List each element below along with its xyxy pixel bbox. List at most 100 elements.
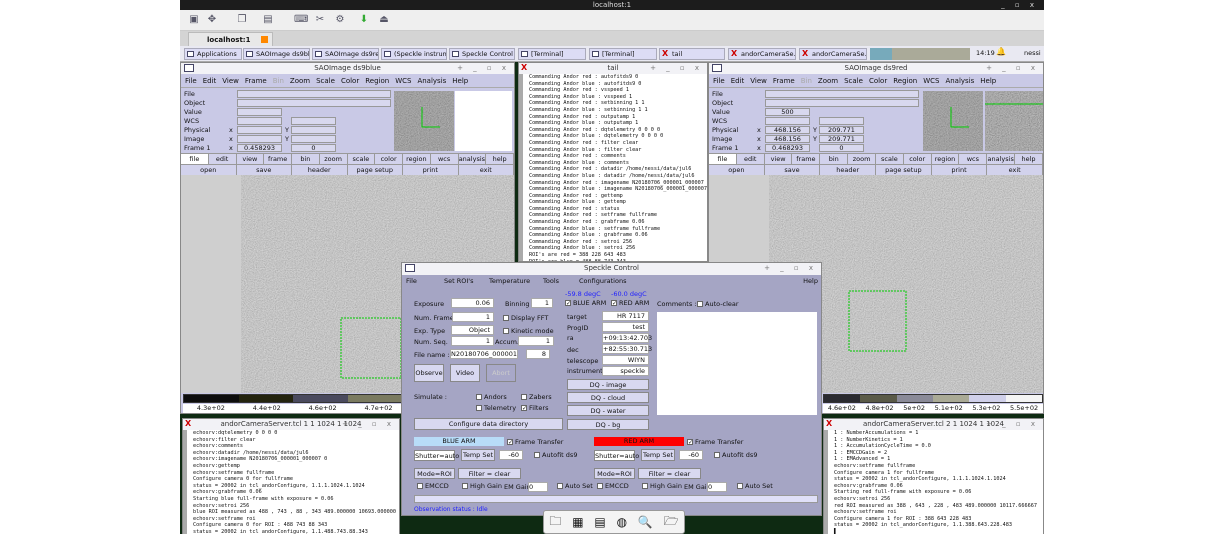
- ds9-button-save[interactable]: save: [237, 165, 292, 175]
- taskbar-item[interactable]: SAOImage ds9red: [312, 48, 379, 60]
- ds9-button-frame[interactable]: frame: [792, 154, 821, 164]
- window-controls[interactable]: + _ ▫ x: [457, 63, 510, 74]
- menu-scale[interactable]: Scale: [844, 77, 863, 85]
- blue-emccd-checkbox[interactable]: EMCCD: [417, 482, 449, 490]
- web-browser-icon[interactable]: ◍: [617, 515, 627, 529]
- ds9-button-file[interactable]: file: [181, 154, 209, 164]
- menu-zoom[interactable]: Zoom: [818, 77, 838, 85]
- ds9-button-edit[interactable]: edit: [737, 154, 765, 164]
- red-temp-set-button[interactable]: Temp Set: [641, 449, 675, 461]
- red-shutter-button[interactable]: Shutter=auto: [594, 450, 639, 461]
- menu-region[interactable]: Region: [893, 77, 917, 85]
- ds9-button-exit[interactable]: exit: [987, 165, 1044, 175]
- tray-icons[interactable]: 🔔: [996, 47, 1006, 56]
- ds9-button-help[interactable]: help: [486, 154, 514, 164]
- red-auto-set-checkbox[interactable]: Auto Set: [737, 482, 773, 490]
- menu-wcs[interactable]: WCS: [923, 77, 939, 85]
- menu-view[interactable]: View: [750, 77, 767, 85]
- menu-file[interactable]: File: [406, 277, 417, 285]
- blue-mode-button[interactable]: Mode=ROI: [414, 468, 455, 479]
- taskbar-item[interactable]: XandorCameraSe...: [728, 48, 796, 60]
- ds9-button-header[interactable]: header: [292, 165, 348, 175]
- menu-region[interactable]: Region: [365, 77, 389, 85]
- blue-auto-set-checkbox[interactable]: Auto Set: [557, 482, 593, 490]
- comments-textarea[interactable]: [657, 312, 817, 415]
- menu-frame[interactable]: Frame: [245, 77, 267, 85]
- ds9-button-region[interactable]: region: [403, 154, 431, 164]
- workspace-switcher[interactable]: [870, 48, 970, 60]
- menu-view[interactable]: View: [222, 77, 239, 85]
- blue-autofit-checkbox[interactable]: Autofit ds9: [534, 451, 577, 459]
- ds9-button-wcs[interactable]: wcs: [431, 154, 459, 164]
- ds9blue-title-bar[interactable]: SAOImage ds9blue + _ ▫ x: [181, 63, 514, 74]
- menu-color[interactable]: Color: [341, 77, 359, 85]
- ra-input[interactable]: +09:13:42.703: [602, 333, 652, 343]
- observe-button[interactable]: Observe: [414, 364, 444, 382]
- home-folder-icon[interactable]: 🗀: [549, 512, 561, 533]
- andor-red-title-bar[interactable]: XandorCameraServer.tcl 2 1 1024 1 1024 + …: [824, 419, 1043, 430]
- andor-blue-title-bar[interactable]: XandorCameraServer.tcl 1 1 1024 1 1024 + …: [183, 419, 399, 430]
- file-number-input[interactable]: 8: [526, 349, 550, 359]
- ds9-button-print[interactable]: print: [403, 165, 459, 175]
- telescope-input[interactable]: WIYN: [602, 355, 649, 365]
- menu-set-rois[interactable]: Set ROI's: [444, 277, 473, 285]
- menu-file[interactable]: File: [185, 77, 197, 85]
- ds9-button-open[interactable]: open: [181, 165, 237, 175]
- menu-analysis[interactable]: Analysis: [945, 77, 974, 85]
- windows-icon[interactable]: ❐: [236, 14, 248, 26]
- menu-color[interactable]: Color: [869, 77, 887, 85]
- menu-tools[interactable]: Tools: [543, 277, 559, 285]
- blue-shutter-button[interactable]: Shutter=auto: [414, 450, 459, 461]
- kinetic-mode-checkbox[interactable]: Kinetic mode: [503, 327, 554, 335]
- exp-type-select[interactable]: Object: [451, 325, 494, 335]
- configure-data-directory-button[interactable]: Configure data directory: [414, 418, 563, 430]
- ds9-button-print[interactable]: print: [932, 165, 988, 175]
- tools-icon[interactable]: ✂: [314, 14, 326, 26]
- ds9-button-wcs[interactable]: wcs: [959, 154, 988, 164]
- ds9-button-page-setup[interactable]: page setup: [348, 165, 403, 175]
- screenshot-icon[interactable]: ▤: [262, 14, 274, 26]
- blue-arm-checkbox[interactable]: ✓ BLUE ARM: [565, 299, 606, 307]
- dec-input[interactable]: +82:55:30.713: [602, 344, 652, 354]
- fullscreen-icon[interactable]: ▣: [188, 14, 200, 26]
- keyboard-icon[interactable]: ⌨: [294, 14, 308, 26]
- menu-bin[interactable]: Bin: [801, 77, 812, 85]
- red-mode-button[interactable]: Mode=ROI: [594, 468, 635, 479]
- window-controls[interactable]: + _ ▫ x: [986, 419, 1039, 430]
- close-tab-icon[interactable]: [261, 36, 269, 43]
- instrument-input[interactable]: speckle: [602, 366, 649, 376]
- settings-icon[interactable]: ⚙: [334, 14, 346, 26]
- menu-configurations[interactable]: Configurations: [579, 277, 626, 285]
- display-fft-checkbox[interactable]: Display FFT: [503, 314, 548, 322]
- disconnect-icon[interactable]: ⏏: [378, 14, 390, 26]
- search-icon[interactable]: 🔍: [638, 515, 653, 529]
- dq-image-button[interactable]: DQ - image: [567, 379, 649, 390]
- taskbar-item[interactable]: Speckle Control: [449, 48, 515, 60]
- red-autofit-checkbox[interactable]: Autofit ds9: [714, 451, 757, 459]
- simulate-telemetry-checkbox[interactable]: Telemetry: [476, 404, 516, 412]
- num-frames-spinbox[interactable]: 1: [452, 312, 494, 322]
- red-arm-checkbox[interactable]: ✓ RED ARM: [611, 299, 649, 307]
- target-input[interactable]: HR 7117: [602, 311, 649, 321]
- menu-file[interactable]: File: [713, 77, 725, 85]
- ds9-button-edit[interactable]: edit: [209, 154, 237, 164]
- window-controls[interactable]: + _ ▫ x: [764, 263, 817, 274]
- simulate-andors-checkbox[interactable]: Andors: [476, 393, 507, 401]
- menu-help[interactable]: Help: [452, 77, 468, 85]
- taskbar-item[interactable]: (Speckle instrum...: [381, 48, 447, 60]
- ds9-button-view[interactable]: view: [765, 154, 793, 164]
- ds9-button-help[interactable]: help: [1015, 154, 1043, 164]
- menu-wcs[interactable]: WCS: [395, 77, 411, 85]
- simulate-filters-checkbox[interactable]: ✓ Filters: [521, 404, 548, 412]
- menu-edit[interactable]: Edit: [731, 77, 745, 85]
- system-monitor-icon[interactable]: ▦: [572, 515, 583, 529]
- ds9-button-scale[interactable]: scale: [348, 154, 376, 164]
- blue-em-gain-spinbox[interactable]: 0: [528, 482, 548, 492]
- num-seq-spinbox[interactable]: 1: [451, 336, 494, 346]
- taskbar-item[interactable]: Xtail: [659, 48, 725, 60]
- menu-help[interactable]: Help: [803, 277, 818, 285]
- red-temp-input[interactable]: -60: [679, 450, 703, 460]
- ds9-button-zoom[interactable]: zoom: [848, 154, 876, 164]
- menu-edit[interactable]: Edit: [203, 77, 217, 85]
- menu-bin[interactable]: Bin: [273, 77, 284, 85]
